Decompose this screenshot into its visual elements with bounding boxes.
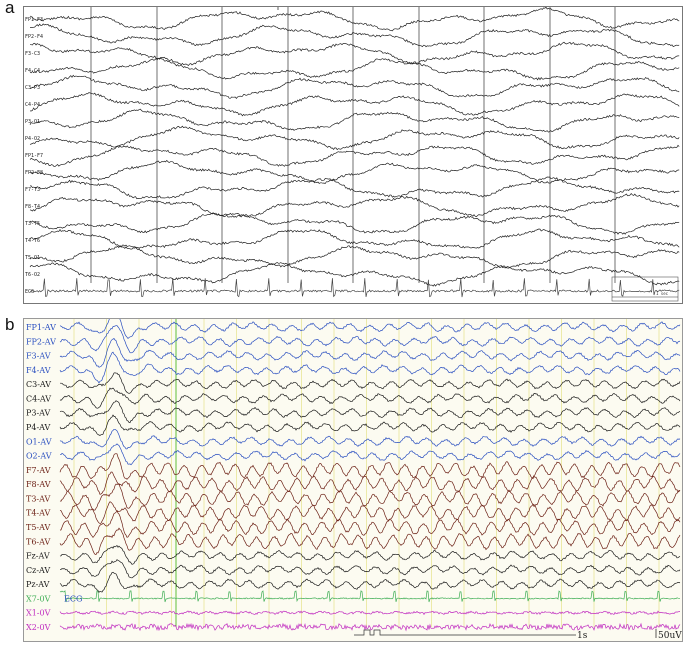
lead-label: T4-AV bbox=[26, 509, 51, 518]
eeg-trace bbox=[29, 212, 680, 235]
lead-label: FP1-AV bbox=[26, 323, 56, 332]
eeg-trace bbox=[30, 176, 680, 200]
eeg-trace bbox=[29, 7, 680, 32]
ecg-label: ECG bbox=[64, 594, 82, 603]
eeg-trace bbox=[29, 262, 680, 287]
calibration-bar bbox=[354, 629, 576, 636]
eeg-trace bbox=[59, 501, 681, 524]
eeg-trace bbox=[29, 57, 680, 81]
panel-b-label: b bbox=[5, 315, 15, 334]
eeg-panel-a-canvas: FP1-F3FP2-F4F3-C3F4-C4C3-P3C4-P4P3-O1P4-… bbox=[25, 7, 680, 302]
eeg-trace bbox=[59, 387, 681, 409]
eeg-trace bbox=[29, 192, 680, 218]
eeg-trace bbox=[59, 590, 680, 603]
lead-label: T5-AV bbox=[26, 523, 51, 532]
amplitude-scale-label: 50uV bbox=[658, 631, 682, 641]
panel-a-label: a bbox=[5, 0, 15, 17]
eeg-trace bbox=[29, 74, 680, 99]
lead-label: ECG bbox=[25, 289, 34, 295]
eeg-trace bbox=[59, 325, 681, 354]
lead-label: X1-0V bbox=[26, 609, 51, 618]
lead-label: F4-AV bbox=[26, 366, 51, 375]
lead-label: F3-AV bbox=[26, 352, 51, 361]
eeg-trace bbox=[29, 92, 680, 117]
time-scale-label: 1s bbox=[577, 631, 588, 641]
eeg-trace bbox=[29, 108, 680, 133]
lead-label: FP1-F3 bbox=[25, 17, 43, 23]
lead-label: C3-AV bbox=[26, 380, 51, 389]
lead-label: O1-AV bbox=[26, 437, 52, 446]
lead-label: C4-AV bbox=[26, 394, 51, 403]
lead-label: P4-AV bbox=[26, 423, 51, 432]
lead-label: F7-AV bbox=[26, 466, 51, 475]
lead-label: Pz-AV bbox=[26, 580, 50, 589]
eeg-trace bbox=[29, 159, 680, 185]
eeg-trace bbox=[59, 338, 681, 368]
scale-box bbox=[611, 276, 679, 302]
lead-label: F3-C3 bbox=[25, 51, 40, 57]
eeg-trace bbox=[59, 559, 681, 579]
eeg-trace bbox=[60, 372, 681, 394]
lead-label: P3-AV bbox=[26, 409, 51, 418]
lead-label: X2-0V bbox=[26, 623, 51, 632]
lead-label: T3-T5 bbox=[25, 221, 40, 227]
eeg-trace bbox=[59, 414, 681, 436]
lead-label: FP1-F7 bbox=[25, 153, 43, 159]
lead-label: Cz-AV bbox=[26, 566, 50, 575]
eeg-trace bbox=[59, 622, 681, 632]
eeg-trace bbox=[59, 544, 681, 565]
eeg-panel-b: FP1-AV FP2-AV F3-AV F4-AV C3-AV C4-AV P3-AV P4-… bbox=[23, 318, 683, 642]
lead-label: C3-P3 bbox=[25, 85, 40, 91]
lead-label: FP2-F4 bbox=[25, 34, 43, 40]
eeg-trace bbox=[59, 610, 681, 616]
eeg-trace bbox=[59, 471, 681, 495]
eeg-trace bbox=[29, 277, 680, 298]
eeg-trace bbox=[59, 571, 681, 593]
lead-label: T6-AV bbox=[26, 537, 51, 546]
eeg-trace bbox=[59, 483, 681, 511]
eeg-trace bbox=[30, 41, 680, 66]
eeg-trace bbox=[29, 144, 680, 167]
eeg-trace bbox=[59, 351, 681, 384]
lead-label: T3-AV bbox=[26, 494, 51, 503]
lead-label: T6-O2 bbox=[25, 272, 40, 278]
eeg-trace bbox=[60, 443, 681, 466]
eeg-trace bbox=[59, 453, 681, 480]
eeg-trace bbox=[59, 400, 681, 424]
eeg-trace bbox=[29, 23, 680, 48]
eeg-panel-a: FP1-F3 FP2-F4 F3-C3 F4-C4 C3-P3 C4-P4 P3-O1 P4-… bbox=[23, 6, 683, 304]
lead-label: X7-0V bbox=[26, 594, 51, 603]
lead-label: O2-AV bbox=[26, 452, 52, 461]
lead-label: FP2-AV bbox=[26, 337, 56, 346]
eeg-panel-b-canvas: FP1-AV FP2-AV F3-AV F4-AV C3-AV C4-AV P3-AV P4-… bbox=[26, 319, 682, 641]
time-scale-label: 1 sec bbox=[656, 291, 669, 296]
lead-label: Fz-AV bbox=[26, 552, 50, 561]
lead-label: F8-T4 bbox=[25, 204, 40, 210]
lead-label: F8-AV bbox=[26, 480, 51, 489]
eeg-trace bbox=[59, 428, 681, 450]
lead-label: T4-T6 bbox=[25, 238, 40, 244]
eeg-trace bbox=[59, 319, 681, 340]
